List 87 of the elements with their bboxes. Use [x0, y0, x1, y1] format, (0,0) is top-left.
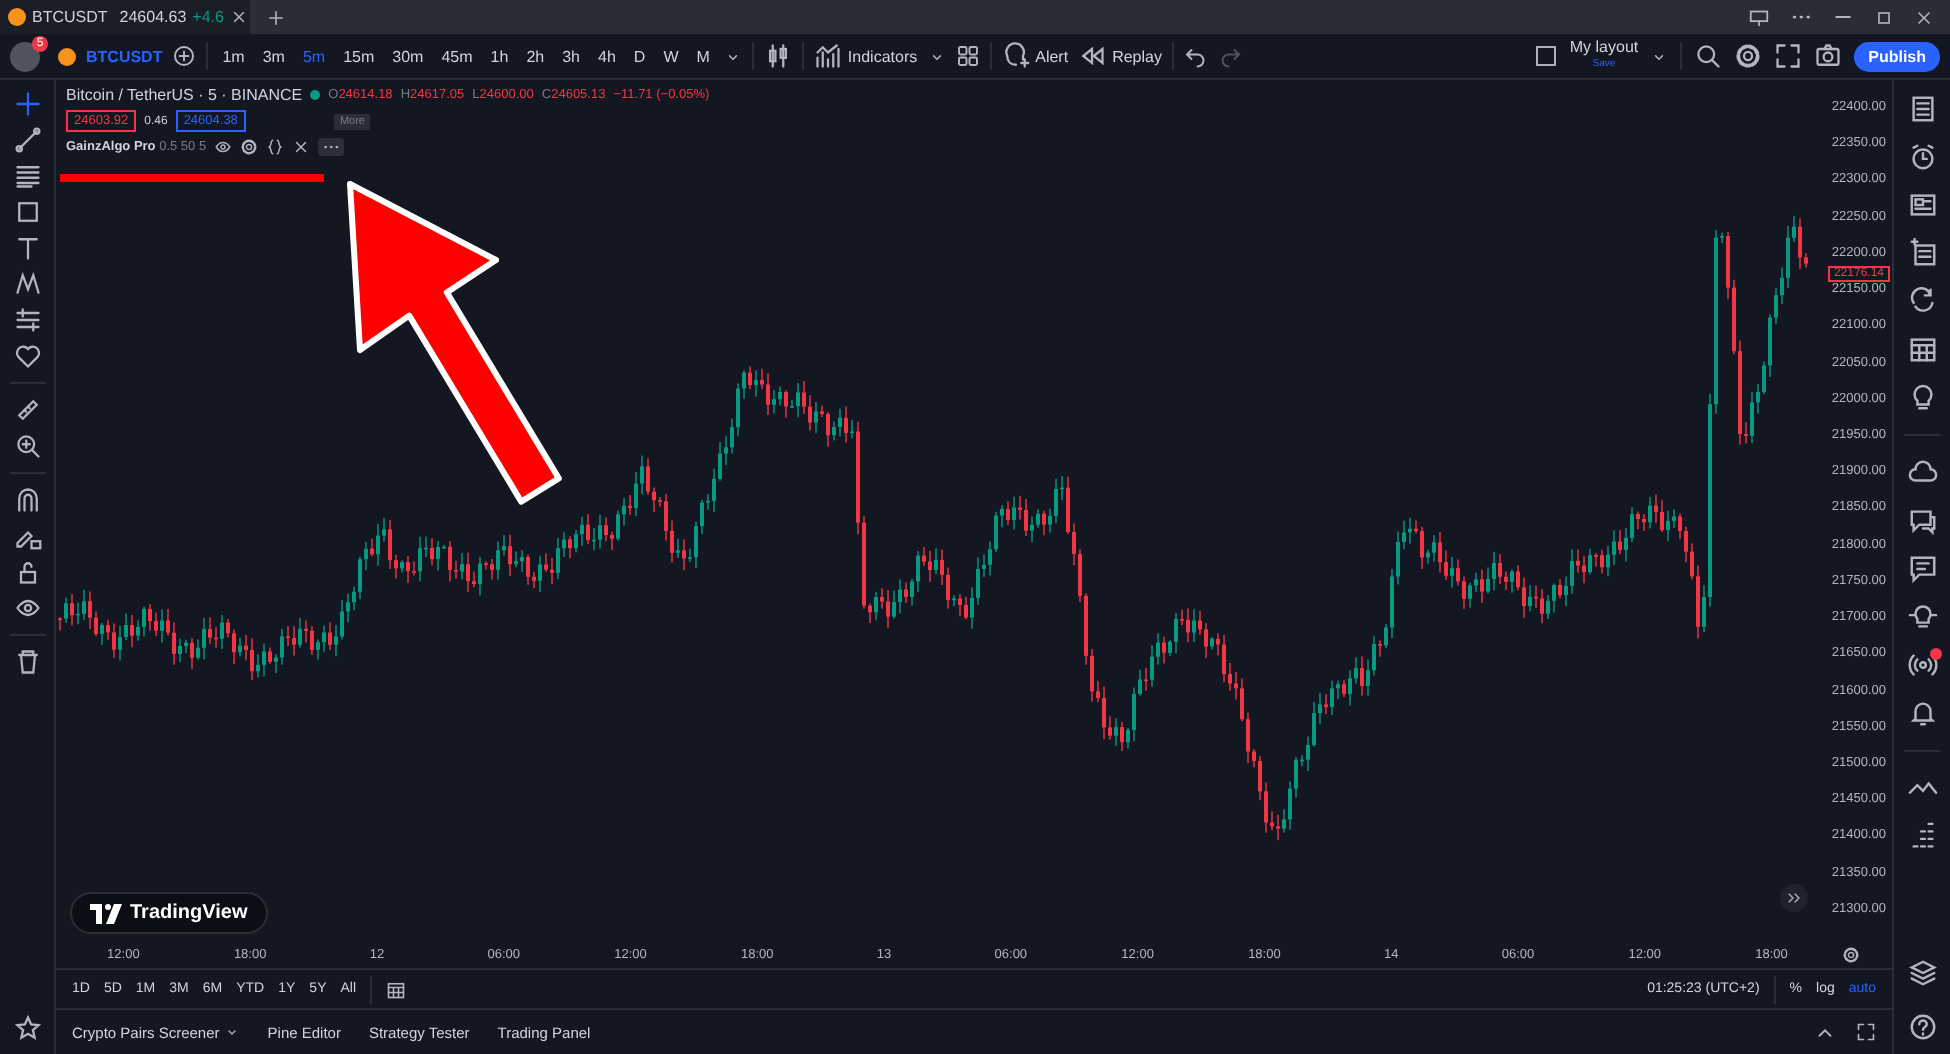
interval-option[interactable]: 30m: [388, 47, 428, 65]
tab-change: +4.6: [192, 8, 224, 26]
eye-icon[interactable]: [13, 594, 41, 622]
interval-option[interactable]: 15m: [339, 47, 379, 65]
symbol-title: Bitcoin / TetherUS · 5 · BINANCE: [66, 86, 303, 104]
settings-icon[interactable]: [240, 138, 259, 156]
text-tool-icon[interactable]: [13, 234, 41, 262]
market-open-dot: [310, 90, 321, 100]
interval-option[interactable]: W: [659, 47, 683, 65]
help-icon[interactable]: [1907, 1012, 1937, 1042]
zoom-in-icon[interactable]: [13, 432, 41, 460]
interval-option[interactable]: 1m: [218, 47, 249, 65]
close-icon[interactable]: [229, 8, 248, 26]
undo-icon[interactable]: [1183, 44, 1208, 68]
eye-icon[interactable]: [214, 138, 233, 156]
interval-option[interactable]: 4h: [594, 47, 620, 65]
logo-badge[interactable]: TradingView: [70, 892, 268, 934]
watchlist-icon[interactable]: [1907, 94, 1937, 124]
notification-dot: [1929, 648, 1941, 660]
interval-option[interactable]: 3m: [258, 47, 289, 65]
rectangle-icon[interactable]: [13, 198, 41, 226]
layout-name[interactable]: My layout: [1569, 40, 1639, 56]
logo-icon: [90, 903, 122, 923]
lightbulb-icon[interactable]: [1907, 382, 1937, 412]
grid-icon[interactable]: [955, 44, 980, 68]
interval-option[interactable]: 2h: [522, 47, 549, 65]
braces-icon[interactable]: [266, 138, 285, 156]
chats-icon[interactable]: [1907, 506, 1937, 536]
interval-option[interactable]: 3h: [558, 47, 584, 65]
heart-icon[interactable]: [13, 342, 41, 370]
measure-lines-icon[interactable]: [13, 306, 41, 334]
publish-button[interactable]: Publish: [1854, 41, 1940, 71]
coin-icon: [58, 47, 76, 65]
date-range-icon[interactable]: [386, 979, 407, 999]
news-icon[interactable]: [1907, 190, 1937, 220]
ruler-icon[interactable]: [13, 396, 41, 424]
list-plus-icon[interactable]: [1907, 238, 1937, 268]
rewind-icon[interactable]: [1078, 42, 1107, 70]
add-symbol-icon[interactable]: [172, 44, 197, 68]
fib-lines-icon[interactable]: [13, 162, 41, 190]
trash-icon[interactable]: [13, 648, 41, 676]
indicators-icon[interactable]: [813, 42, 842, 70]
broadcast-icon[interactable]: [1907, 650, 1937, 680]
calendar-icon[interactable]: [1907, 334, 1937, 364]
maximize-icon[interactable]: [1874, 7, 1894, 27]
alarm-plus-icon[interactable]: [1001, 42, 1030, 70]
coin-icon: [8, 8, 26, 26]
monitor-icon[interactable]: [1748, 6, 1770, 28]
logo-text: TradingView: [130, 902, 248, 924]
scroll-to-realtime-button[interactable]: [1780, 884, 1808, 912]
interval-option[interactable]: 5m: [298, 47, 330, 65]
tab-price: 24604.63: [119, 8, 187, 26]
search-icon[interactable]: [1694, 42, 1723, 70]
candles-icon[interactable]: [763, 42, 792, 70]
symbol-search[interactable]: BTCUSDT: [86, 47, 163, 65]
indicators-button[interactable]: Indicators: [847, 47, 918, 65]
alert-button[interactable]: Alert: [1035, 47, 1069, 65]
settings-icon[interactable]: [1734, 42, 1763, 70]
interval-option[interactable]: 1h: [486, 47, 513, 65]
new-tab-icon[interactable]: [266, 7, 286, 27]
interval-option[interactable]: D: [629, 47, 650, 65]
bell-icon[interactable]: [1907, 698, 1937, 728]
close-icon[interactable]: [1914, 7, 1934, 27]
dots-icon[interactable]: [1907, 822, 1937, 852]
star-icon[interactable]: [13, 1014, 41, 1042]
layers-icon[interactable]: [1907, 958, 1937, 988]
chevrons-icon: [1786, 890, 1802, 906]
cloud-chat-icon[interactable]: [1907, 458, 1937, 488]
maximize-icon[interactable]: [1856, 1021, 1876, 1041]
crosshair-icon[interactable]: [13, 90, 41, 118]
chart-tab[interactable]: BTCUSDT 24604.63 +4.6: [0, 0, 250, 34]
tab-symbol: BTCUSDT: [32, 8, 108, 26]
interval-option[interactable]: M: [692, 47, 714, 65]
magnet-icon[interactable]: [13, 486, 41, 514]
replay-button[interactable]: Replay: [1112, 47, 1162, 65]
alarm-clock-icon[interactable]: [1907, 142, 1937, 172]
layout-icon[interactable]: [1533, 44, 1558, 68]
pattern-icon[interactable]: [13, 270, 41, 298]
camera-icon[interactable]: [1814, 42, 1843, 70]
interval-option[interactable]: 45m: [437, 47, 477, 65]
refresh-icon[interactable]: [1907, 286, 1937, 316]
idea-icon[interactable]: [1907, 602, 1937, 632]
chat-icon[interactable]: [1907, 554, 1937, 584]
trend-line-icon[interactable]: [13, 126, 41, 154]
settings-icon[interactable]: [1842, 945, 1860, 963]
fullscreen-icon[interactable]: [1774, 42, 1803, 70]
close-icon[interactable]: [292, 138, 311, 156]
